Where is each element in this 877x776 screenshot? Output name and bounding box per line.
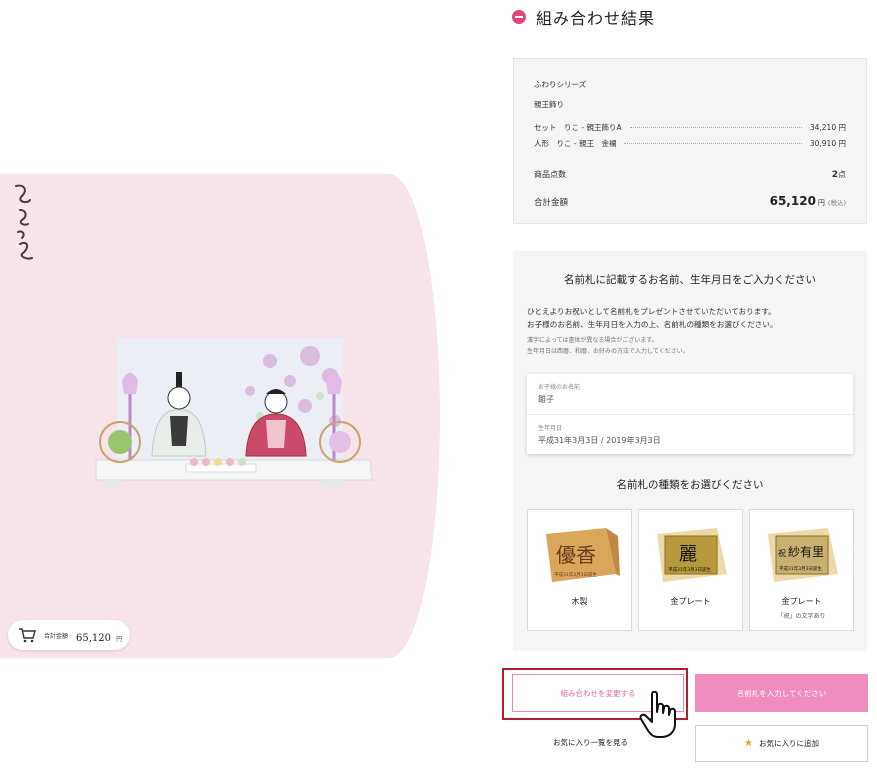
favorites-list-link[interactable]: お気に入り一覧を見る	[553, 737, 628, 748]
cart-icon	[19, 628, 36, 643]
item-label: セット りこ - 親王飾りA	[534, 122, 622, 132]
plate-option-wood[interactable]: 優香 平成31年3月3日誕生 木製	[527, 509, 632, 631]
wood-plate-image: 優香 平成31年3月3日誕生	[545, 528, 620, 582]
leader-dots	[629, 126, 802, 128]
enter-nameplate-button[interactable]: 名前札を入力してください	[695, 674, 868, 712]
plate-option-gold[interactable]: 麗 平成31年3月3日誕生 金プレート	[638, 509, 743, 631]
intro-line-1: ひとえよりお祝いとして名前札をプレゼントさせていただいております。	[527, 307, 776, 316]
plate-type-options: 優香 平成31年3月3日誕生 木製 麗 平成31年3月3日誕生 金プレート 祝 …	[527, 509, 854, 631]
birthdate-label: 生年月日	[538, 425, 563, 432]
combination-summary: ふわりシリーズ 親王飾り セット りこ - 親王飾りA 34,210 円 人形 …	[513, 58, 867, 224]
note-line-2: 生年月日は西暦、和暦、お好みの方法で入力してください。	[527, 348, 689, 355]
plate-sample-text: 麗	[679, 544, 697, 565]
intro-line-2: お子様のお名前、生年月日を入力の上、名前札の種類をお選びください。	[527, 320, 778, 329]
result-header: 組み合わせ結果	[512, 5, 655, 29]
summary-item-row: セット りこ - 親王飾りA 34,210 円	[534, 119, 846, 135]
series-name: ふわりシリーズ	[534, 80, 587, 89]
child-name-label: お子様のお名前	[538, 384, 581, 391]
birthdate-input[interactable]: 平成31年3月3日 / 2019年3月3日	[538, 435, 842, 446]
nameplate-section: 名前札に記載するお名前、生年月日をご入力ください ひとえよりお祝いとして名前札を…	[513, 251, 867, 651]
summary-item-row: 人形 りこ - 親王 金襴 30,910 円	[534, 135, 846, 151]
plate-type-title: 名前札の種類をお選びください	[616, 479, 764, 491]
plate-sample-sub: 平成31年3月3日誕生	[668, 566, 711, 573]
page-title: 組み合わせ結果	[536, 9, 656, 28]
item-price: 30,910 円	[809, 138, 846, 148]
plate-option-name: 木製	[571, 597, 588, 606]
note-line-1: 漢字によっては書体が異なる場合がございます。	[527, 337, 658, 344]
total-label: 合計金額	[534, 198, 569, 208]
category-name: 親王飾り	[534, 100, 564, 109]
cart-total-pill[interactable]: 合計金額 65,120 円	[8, 620, 130, 650]
total-row: 合計金額 65,120 円 (税込)	[534, 194, 846, 208]
nameplate-intro: ひとえよりお祝いとして名前札をプレゼントさせていただいております。 お子様のお名…	[527, 305, 853, 331]
plate-sample-sub: 平成31年3月3日誕生	[554, 571, 597, 578]
item-count-row: 商品点数 2点	[534, 169, 846, 180]
item-count-label: 商品点数	[534, 170, 566, 179]
add-to-favorites-label: お気に入りに追加	[758, 739, 819, 748]
brand-logo	[15, 184, 33, 260]
child-name-field[interactable]: お子様のお名前 雛子	[527, 374, 853, 414]
item-count-unit: 点	[838, 170, 846, 179]
total-tax-note: (税込)	[827, 199, 846, 207]
cart-total-unit: 円	[116, 635, 123, 643]
plate-sample-text: 紗有里	[788, 545, 824, 559]
nameplate-form: お子様のお名前 雛子 生年月日 平成31年3月3日 / 2019年3月3日	[527, 374, 853, 454]
plate-sample-prefix: 祝	[778, 548, 786, 558]
item-price: 34,210 円	[809, 122, 846, 132]
birthdate-field[interactable]: 生年月日 平成31年3月3日 / 2019年3月3日	[527, 414, 853, 454]
add-to-favorites-button[interactable]: ★ お気に入りに追加	[695, 725, 868, 762]
item-label: 人形 りこ - 親王 金襴	[534, 138, 617, 148]
hina-doll-set-image	[95, 338, 373, 488]
result-dot-icon	[512, 10, 526, 24]
nameplate-note: 漢字によっては書体が異なる場合がございます。 生年月日は西暦、和暦、お好みの方法…	[527, 335, 853, 357]
gold-iwai-plate-image: 祝 紗有里 平成31年3月3日誕生	[767, 528, 838, 582]
cart-total-label: 合計金額	[44, 632, 69, 640]
plate-option-gold-iwai[interactable]: 祝 紗有里 平成31年3月3日誕生 金プレート 「祝」の文字あり	[749, 509, 854, 631]
leader-dots	[624, 142, 802, 144]
plate-option-name: 金プレート	[781, 597, 822, 606]
total-yen: 円	[817, 199, 825, 207]
plate-option-name: 金プレート	[670, 597, 711, 606]
cart-total-amount: 65,120	[76, 632, 112, 644]
plate-sample-text: 優香	[556, 543, 596, 567]
star-icon: ★	[744, 738, 753, 749]
plate-sample-sub: 平成31年3月3日誕生	[779, 565, 822, 572]
gold-plate-image: 麗 平成31年3月3日誕生	[656, 528, 727, 582]
total-price: 65,120	[769, 194, 816, 208]
nameplate-title: 名前札に記載するお名前、生年月日をご入力ください	[564, 274, 816, 286]
plate-option-note: 「祝」の文字あり	[777, 613, 826, 620]
child-name-input[interactable]: 雛子	[538, 394, 842, 405]
hand-cursor-icon	[639, 690, 676, 738]
